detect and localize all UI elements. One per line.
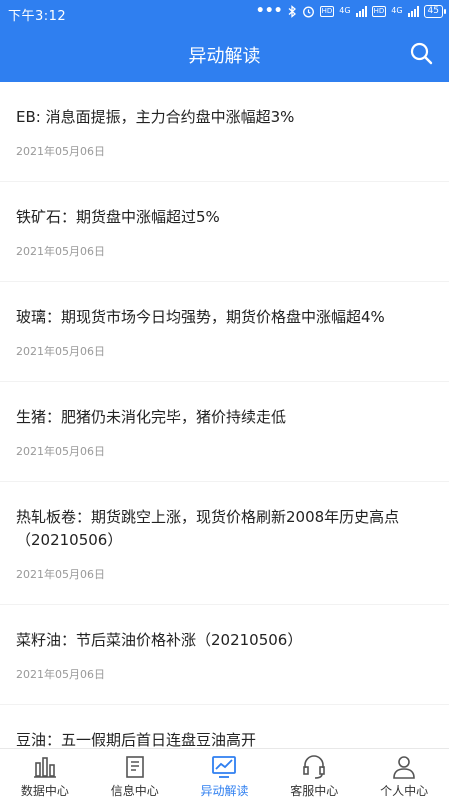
headset-icon [303,755,326,779]
list-item[interactable]: 生猪：肥猪仍未消化完毕，猪价持续走低 2021年05月06日 [0,382,449,482]
article-date: 2021年05月06日 [16,668,105,681]
article-date: 2021年05月06日 [16,568,105,581]
article-headline: 生猪：肥猪仍未消化完毕，猪价持续走低 [16,408,287,426]
article-date: 2021年05月06日 [16,245,105,258]
list-item[interactable]: 菜籽油：节后菜油价格补涨（20210506） 2021年05月06日 [0,605,449,705]
article-headline: 铁矿石：期货盘中涨幅超过5% [16,208,220,226]
article-headline: 豆油：五一假期后首日连盘豆油高开 [16,731,257,748]
bluetooth-icon [288,4,296,18]
list-item[interactable]: 铁矿石：期货盘中涨幅超过5% 2021年05月06日 [0,182,449,282]
tab-label: 异动解读 [200,784,249,798]
search-icon[interactable] [409,41,433,65]
battery-icon: 45 [423,4,447,18]
status-icons: ••• HD 4G HD 4G 45 [255,3,447,19]
signal-icon [355,5,367,17]
tab-personal-center[interactable]: 个人中心 [359,749,449,800]
page-title: 异动解读 [188,46,261,67]
article-date: 2021年05月06日 [16,445,105,458]
document-icon [125,756,144,778]
tab-label: 信息中心 [110,784,159,798]
tab-anomaly-analysis[interactable]: 异动解读 [180,749,270,800]
alarm-icon [302,6,314,17]
tab-info-center[interactable]: 信息中心 [90,749,180,800]
article-date: 2021年05月06日 [16,145,105,158]
article-headline: EB: 消息面提振，主力合约盘中涨幅超3% [16,108,295,126]
hd-badge-2: HD [371,5,387,17]
tab-label: 客服中心 [290,784,339,798]
person-icon [393,756,415,779]
article-date: 2021年05月06日 [16,345,105,358]
more-dots-icon: ••• [255,3,283,19]
status-bar: 下午3:12 ••• HD 4G HD 4G 45 [0,0,449,26]
bar-chart-icon [33,757,56,778]
list-item[interactable]: 豆油：五一假期后首日连盘豆油高开 [0,705,449,748]
tab-customer-service[interactable]: 客服中心 [269,749,359,800]
list-item[interactable]: 热轧板卷：期货跳空上涨，现货价格刷新2008年历史高点（20210506） 20… [0,482,449,605]
bottom-tab-bar: 数据中心 信息中心 异动解读 客服中心 个人中心 [0,748,449,800]
tab-label: 个人中心 [380,784,429,798]
monitor-chart-icon [212,756,237,778]
hd-badge: HD [319,5,335,17]
article-list[interactable]: EB: 消息面提振，主力合约盘中涨幅超3% 2021年05月06日 铁矿石：期货… [0,82,449,748]
list-item[interactable]: 玻璃：期现货市场今日均强势，期货价格盘中涨幅超4% 2021年05月06日 [0,282,449,382]
network-label: 4G [339,6,351,15]
network-label-2: 4G [391,6,403,15]
article-headline: 玻璃：期现货市场今日均强势，期货价格盘中涨幅超4% [16,308,385,326]
nav-bar: 异动解读 [0,26,449,82]
article-headline: 热轧板卷：期货跳空上涨，现货价格刷新2008年历史高点（20210506） [16,508,400,549]
article-headline: 菜籽油：节后菜油价格补涨（20210506） [16,631,303,649]
tab-data-center[interactable]: 数据中心 [0,749,90,800]
status-time: 下午3:12 [8,9,67,24]
list-item[interactable]: EB: 消息面提振，主力合约盘中涨幅超3% 2021年05月06日 [0,82,449,182]
tab-label: 数据中心 [20,784,69,798]
signal-icon-2 [407,5,419,17]
